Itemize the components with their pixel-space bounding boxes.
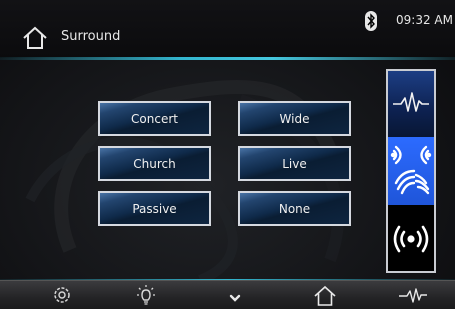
bluetooth-icon: [365, 11, 377, 31]
surround-waves-icon: [390, 145, 432, 195]
mode-passive-button[interactable]: Passive: [98, 191, 211, 226]
side-item-equalizer[interactable]: [388, 71, 434, 137]
broadcast-icon: [393, 225, 429, 253]
surround-screen: Surround 09:32 AM Concert Wide Church Li…: [0, 0, 455, 309]
mode-wide-button[interactable]: Wide: [238, 101, 351, 136]
waveform-icon[interactable]: [398, 283, 428, 307]
bulb-icon[interactable]: [135, 283, 157, 307]
clock: 09:32 AM: [396, 13, 453, 27]
home-icon[interactable]: [313, 283, 337, 307]
waveform-icon: [393, 92, 429, 112]
chevron-down-icon[interactable]: [224, 283, 246, 307]
header-divider: [0, 57, 455, 60]
side-item-broadcast[interactable]: [388, 205, 434, 271]
audio-side-panel: [386, 69, 436, 273]
mode-church-button[interactable]: Church: [98, 146, 211, 181]
page-title: Surround: [61, 29, 121, 44]
home-icon[interactable]: [22, 25, 48, 51]
mode-live-button[interactable]: Live: [238, 146, 351, 181]
side-item-surround[interactable]: [388, 137, 434, 205]
mode-none-button[interactable]: None: [238, 191, 351, 226]
gear-icon[interactable]: [51, 283, 73, 307]
mode-concert-button[interactable]: Concert: [98, 101, 211, 136]
